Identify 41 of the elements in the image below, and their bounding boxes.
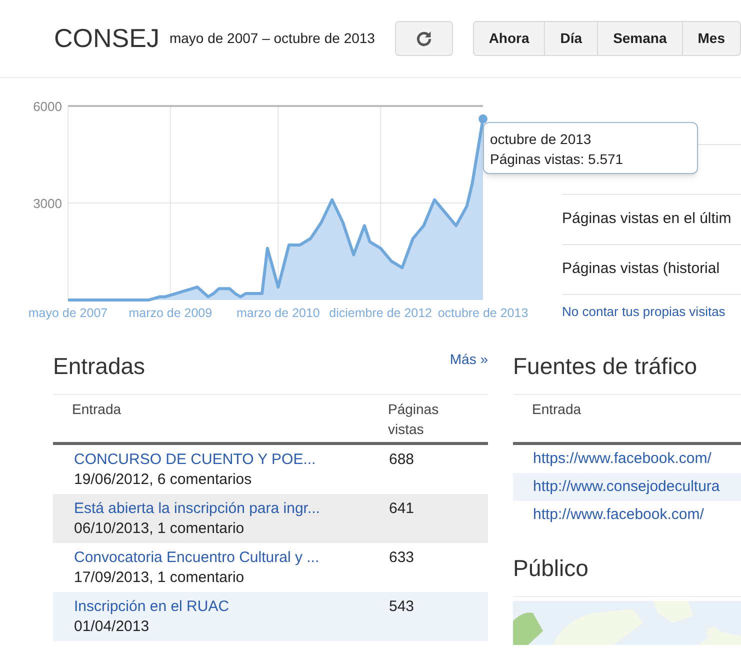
post-link[interactable]: Convocatoria Encuentro Cultural y ...: [74, 548, 389, 568]
view-count: 688: [389, 450, 414, 470]
stat-label: Páginas vistas (historial: [562, 259, 720, 280]
view-count: 543: [389, 597, 414, 617]
period-tab[interactable]: Ahora: [474, 22, 544, 55]
column-header: Entrada: [532, 401, 582, 417]
section-title: Fuentes de tráfico: [513, 353, 698, 379]
post-link[interactable]: CONCURSO DE CUENTO Y POE...: [74, 450, 389, 470]
post-link[interactable]: Está abierta la inscripción para ingr...: [74, 499, 389, 519]
axis-label: 6000: [33, 99, 62, 114]
tooltip-value: Páginas vistas: 5.571: [490, 150, 624, 169]
post-meta: 01/04/2013: [74, 617, 150, 637]
post-meta: 17/09/2013, 1 comentario: [74, 568, 246, 588]
view-count: 633: [389, 548, 414, 568]
post-link[interactable]: Inscripción en el RUAC: [74, 597, 389, 617]
data-point: [478, 114, 488, 124]
exclude-visits-link[interactable]: No contar tus propias visitas: [562, 302, 741, 322]
axis-label: diciembre de 2012: [329, 306, 432, 320]
source-link[interactable]: http://www.facebook.com/: [533, 504, 704, 526]
more-link[interactable]: Más »: [450, 349, 488, 370]
date-range: mayo de 2007 – octubre de 2013: [169, 29, 375, 48]
column-header: Entrada: [72, 400, 122, 419]
period-tab[interactable]: Día: [544, 22, 598, 55]
axis-label: marzo de 2009: [128, 306, 212, 320]
axis-label: octubre de 2013: [438, 306, 528, 320]
tooltip-title: octubre de 2013: [490, 130, 592, 149]
post-meta: 06/10/2013, 1 comentario: [74, 519, 246, 539]
period-tab[interactable]: Mes: [682, 22, 740, 55]
period-tab[interactable]: Semana: [597, 22, 682, 55]
section-title: Entradas: [53, 352, 146, 381]
post-meta: 19/06/2012, 6 comentarios: [74, 470, 253, 490]
section-title: Público: [513, 555, 588, 581]
refresh-button[interactable]: [394, 21, 453, 56]
blog-title: CONSEJ: [54, 22, 160, 55]
axis-label: marzo de 2010: [236, 306, 320, 320]
stat-label: Páginas vistas en el últim: [562, 209, 732, 230]
view-count: 641: [389, 499, 414, 519]
source-link[interactable]: https://www.facebook.com/: [533, 448, 712, 470]
column-header: Páginas vistas: [388, 400, 440, 439]
axis-label: mayo de 2007: [28, 306, 108, 320]
axis-label: 3000: [33, 196, 62, 211]
